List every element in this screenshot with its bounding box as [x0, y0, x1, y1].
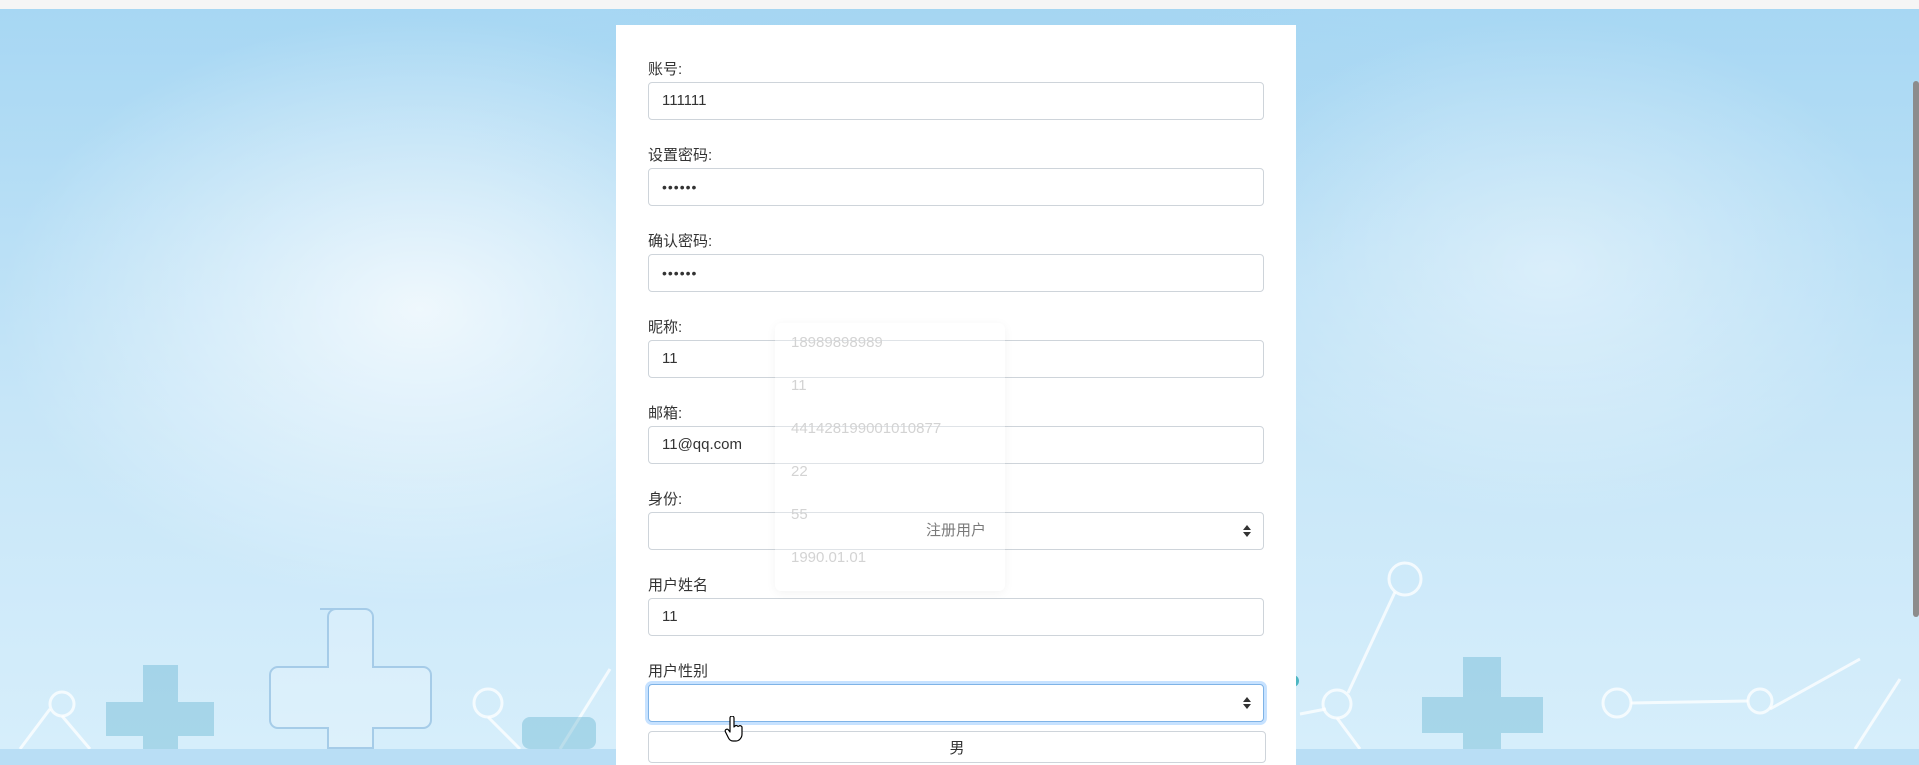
autocomplete-suggestions[interactable]: 18989898989 11 441428199001010877 22 55 …	[775, 323, 1005, 591]
gender-field: 用户性别	[648, 662, 1264, 722]
confirm-password-input[interactable]: ••••••	[648, 254, 1264, 292]
browser-top-strip	[0, 0, 1919, 9]
gender-label: 用户性别	[648, 663, 709, 680]
autocomplete-item[interactable]: 441428199001010877	[791, 419, 941, 439]
account-input[interactable]: 111111	[648, 82, 1264, 120]
select-caret-icon	[1243, 697, 1251, 709]
confirm-password-field: 确认密码: ••••••	[648, 232, 1264, 292]
password-input[interactable]: ••••••	[648, 168, 1264, 206]
confirm-password-label: 确认密码:	[648, 233, 713, 250]
account-label: 账号:	[648, 61, 683, 78]
hand-pointer-cursor-icon	[724, 716, 743, 742]
autocomplete-item[interactable]: 22	[791, 462, 808, 482]
password-label: 设置密码:	[648, 147, 713, 164]
select-caret-icon	[1243, 525, 1251, 537]
real-name-input[interactable]: 11	[648, 598, 1264, 636]
autocomplete-item[interactable]: 11	[791, 376, 807, 396]
autocomplete-item[interactable]: 55	[791, 505, 808, 525]
autocomplete-item[interactable]: 18989898989	[791, 333, 883, 353]
page-scrollbar[interactable]	[1913, 9, 1919, 749]
autocomplete-item[interactable]: 1990.01.01	[791, 548, 866, 568]
password-field: 设置密码: ••••••	[648, 146, 1264, 206]
account-field: 账号: 111111	[648, 60, 1264, 120]
scrollbar-thumb[interactable]	[1913, 81, 1919, 617]
